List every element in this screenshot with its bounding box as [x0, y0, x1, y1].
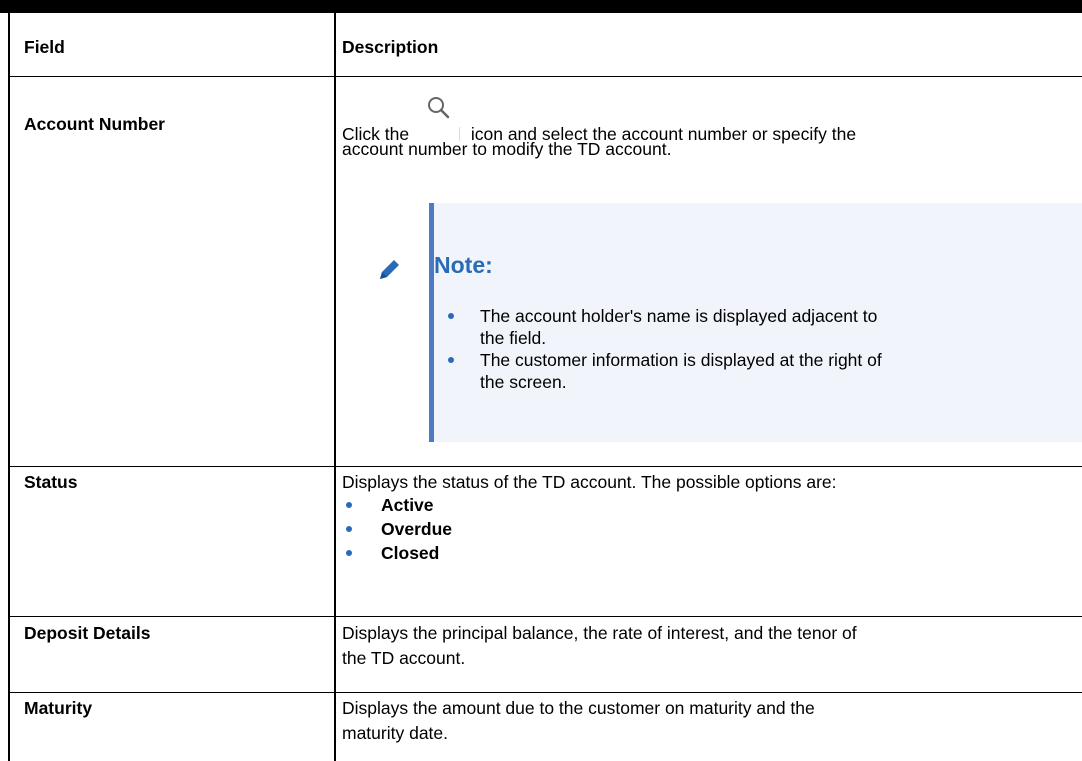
bullet — [448, 357, 454, 363]
note-list: The account holder's name is displayed a… — [448, 305, 882, 393]
table-top-rule — [0, 0, 1082, 13]
account-number-description-line2: account number to modify the TD account. — [342, 139, 672, 159]
bullet — [346, 502, 352, 508]
maturity-description-line2: maturity date. — [342, 723, 449, 743]
bullet — [346, 550, 352, 556]
note-item: The customer information is displayed at… — [448, 349, 882, 393]
table-column-divider — [334, 13, 336, 761]
status-option: Closed — [346, 542, 452, 564]
column-header-description: Description — [342, 37, 439, 57]
status-option-label: Closed — [381, 543, 440, 563]
note-text: The customer information is displayed at… — [480, 350, 882, 370]
status-option: Active — [346, 494, 452, 516]
note-title: Note: — [434, 252, 493, 278]
bullet — [346, 526, 352, 532]
note-text: the screen. — [480, 372, 567, 392]
maturity-description: Displays the amount due to the customer … — [342, 698, 815, 718]
row-divider — [8, 466, 1082, 467]
status-option-label: Overdue — [381, 519, 452, 539]
deposit-details-description: Displays the principal balance, the rate… — [342, 623, 857, 643]
field-maturity: Maturity — [24, 698, 93, 718]
note-text: The account holder's name is displayed a… — [480, 306, 878, 326]
table-left-border — [8, 13, 10, 761]
pencil-icon — [380, 260, 399, 279]
note-item: The account holder's name is displayed a… — [448, 305, 882, 349]
bullet — [448, 313, 454, 319]
field-account-number: Account Number — [24, 114, 165, 134]
status-option: Overdue — [346, 518, 452, 540]
row-divider — [8, 692, 1082, 693]
status-options-list: Active Overdue Closed — [346, 494, 452, 564]
status-description: Displays the status of the TD account. T… — [342, 472, 837, 492]
column-header-field: Field — [24, 37, 65, 57]
deposit-details-description-line2: the TD account. — [342, 648, 466, 668]
note-text: the field. — [480, 328, 547, 348]
field-deposit-details: Deposit Details — [24, 623, 151, 643]
row-divider — [8, 616, 1082, 617]
row-divider — [8, 76, 1082, 77]
status-option-label: Active — [381, 495, 434, 515]
field-status: Status — [24, 472, 78, 492]
